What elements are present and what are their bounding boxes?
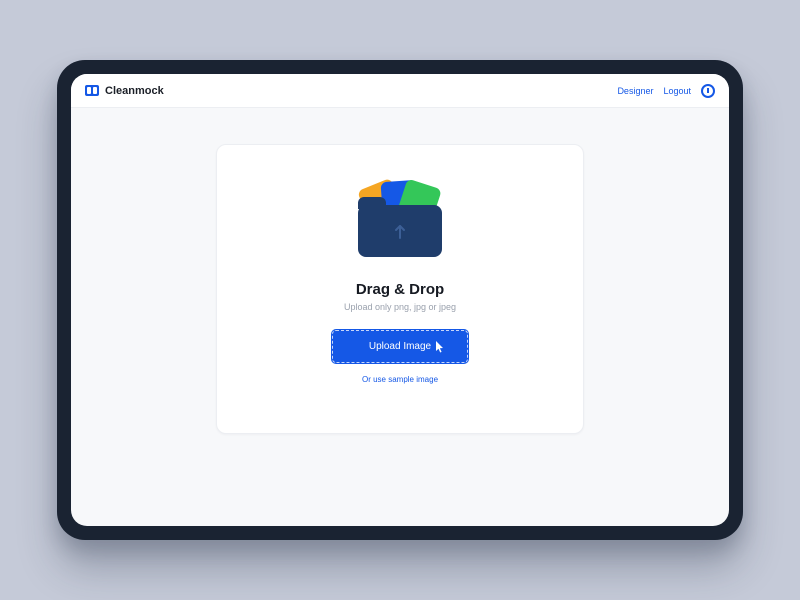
folder-icon — [358, 205, 442, 257]
top-bar: Cleanmock Designer Logout — [71, 74, 729, 108]
logout-link[interactable]: Logout — [663, 86, 691, 96]
dropzone-subtitle: Upload only png, jpg or jpeg — [344, 302, 456, 312]
folder-illustration — [340, 181, 460, 261]
upload-dropzone[interactable]: Drag & Drop Upload only png, jpg or jpeg… — [216, 144, 584, 434]
brand-logo-icon — [85, 85, 99, 96]
nav-right: Designer Logout — [617, 84, 715, 98]
sample-image-link[interactable]: Or use sample image — [362, 375, 438, 384]
tablet-frame: Cleanmock Designer Logout — [57, 60, 743, 540]
designer-link[interactable]: Designer — [617, 86, 653, 96]
upload-image-button[interactable]: Upload Image — [332, 330, 468, 363]
cursor-icon — [436, 341, 445, 353]
brand[interactable]: Cleanmock — [85, 85, 164, 97]
dropzone-title: Drag & Drop — [356, 281, 444, 298]
brand-name: Cleanmock — [105, 85, 164, 97]
content-area: Drag & Drop Upload only png, jpg or jpeg… — [71, 108, 729, 526]
app-screen: Cleanmock Designer Logout — [71, 74, 729, 526]
upload-button-label: Upload Image — [369, 341, 431, 352]
power-icon[interactable] — [701, 84, 715, 98]
upload-arrow-icon — [393, 222, 407, 240]
